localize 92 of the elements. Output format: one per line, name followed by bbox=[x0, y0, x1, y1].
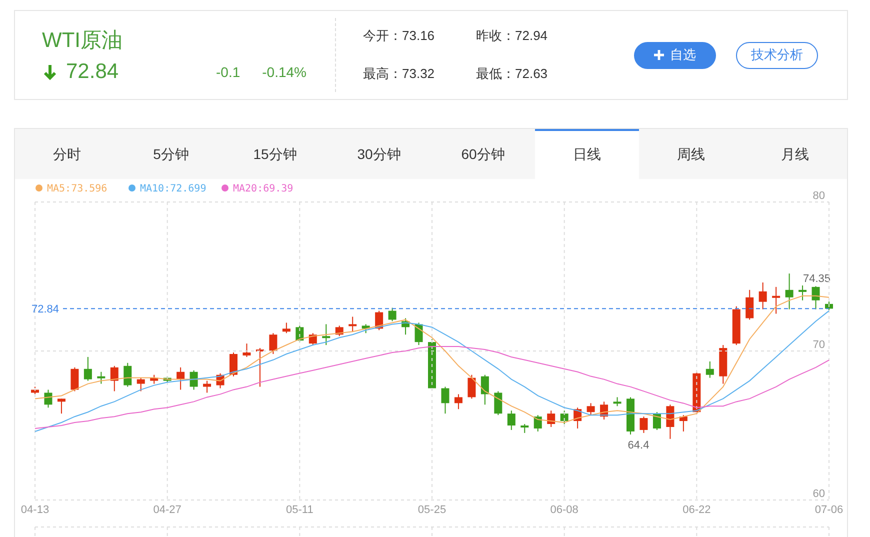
legend-label: MA5:73.596 bbox=[47, 184, 108, 194]
candlestick bbox=[163, 376, 172, 383]
candlestick bbox=[296, 325, 304, 343]
candlestick bbox=[388, 307, 396, 322]
candlestick bbox=[70, 366, 79, 392]
candlestick bbox=[414, 322, 423, 346]
candlestick bbox=[825, 301, 833, 312]
candlestick bbox=[798, 284, 807, 301]
last-price: 72.84 bbox=[66, 60, 120, 84]
candlestick bbox=[97, 371, 106, 384]
quote-stat: 今开：73.16 bbox=[363, 27, 436, 45]
legend-label: MA10:72.699 bbox=[140, 184, 206, 194]
price-line-label: 72.84 bbox=[31, 304, 59, 316]
period-tab[interactable]: 60分钟 bbox=[431, 129, 535, 179]
candlestick bbox=[203, 380, 212, 394]
candlestick bbox=[44, 389, 52, 408]
x-axis-label: 05-11 bbox=[286, 504, 314, 516]
instrument-name: WTI原油 bbox=[42, 28, 122, 54]
candlestick bbox=[719, 344, 728, 384]
candlestick bbox=[758, 282, 767, 310]
candlestick bbox=[84, 356, 92, 382]
period-tab[interactable]: 分时 bbox=[15, 129, 119, 179]
analysis-button[interactable]: 技术分析 bbox=[736, 42, 818, 68]
candlestick bbox=[124, 362, 132, 388]
period-tab[interactable]: 日线 bbox=[535, 129, 639, 179]
candlestick bbox=[362, 324, 370, 334]
plus-icon bbox=[654, 50, 664, 60]
candlestick bbox=[574, 407, 582, 429]
x-axis-label: 04-13 bbox=[20, 504, 50, 516]
y-axis-label: 70 bbox=[812, 339, 825, 351]
candlestick bbox=[468, 374, 476, 400]
candlestick bbox=[190, 370, 198, 390]
candlestick bbox=[454, 394, 462, 410]
candlestick bbox=[560, 410, 568, 424]
candlestick bbox=[57, 398, 66, 414]
candlestick bbox=[308, 332, 317, 346]
period-tab[interactable]: 周线 bbox=[639, 129, 743, 179]
candlestick bbox=[335, 325, 344, 337]
candlestick bbox=[441, 386, 450, 414]
legend-label: MA20:69.39 bbox=[233, 184, 294, 194]
candlestick bbox=[772, 286, 780, 314]
period-tab[interactable]: 15分钟 bbox=[223, 129, 327, 179]
candlestick bbox=[150, 374, 158, 384]
y-axis-label: 60 bbox=[812, 488, 825, 500]
candlestick bbox=[640, 416, 648, 434]
candlestick bbox=[256, 348, 264, 388]
candlestick bbox=[176, 366, 185, 390]
candlestick bbox=[547, 410, 556, 428]
period-tab[interactable]: 30分钟 bbox=[327, 129, 431, 179]
candlestick bbox=[613, 396, 622, 407]
period-tab[interactable]: 5分钟 bbox=[119, 129, 223, 179]
candlestick bbox=[322, 324, 330, 346]
add-watchlist-button[interactable]: 自选 bbox=[634, 42, 716, 68]
candlestick bbox=[480, 374, 489, 406]
candlestick bbox=[520, 424, 529, 434]
quote-stat: 最高：73.32 bbox=[363, 65, 436, 83]
candlestick bbox=[626, 396, 634, 435]
candlestick bbox=[586, 402, 595, 416]
candlestick bbox=[746, 289, 754, 320]
candlestick bbox=[110, 365, 118, 392]
candlestick bbox=[706, 360, 714, 378]
candlestick bbox=[534, 414, 542, 432]
extreme-price-label: 64.4 bbox=[628, 439, 650, 452]
x-axis-label: 06-08 bbox=[550, 504, 578, 516]
x-axis-label: 07-06 bbox=[814, 504, 844, 516]
candlestick bbox=[269, 332, 278, 354]
y-axis-label: 80 bbox=[812, 190, 825, 202]
candlestick bbox=[507, 410, 516, 430]
x-axis-label: 05-25 bbox=[418, 504, 446, 516]
candlestick bbox=[136, 377, 145, 392]
candlestick bbox=[348, 316, 357, 332]
x-axis-label: 06-22 bbox=[682, 504, 711, 516]
candlestick bbox=[732, 306, 740, 346]
extreme-price-label: 74.35 bbox=[803, 273, 831, 286]
candlestick bbox=[31, 386, 39, 396]
candlestick bbox=[785, 273, 794, 310]
candlestick bbox=[402, 318, 410, 336]
candlestick bbox=[230, 352, 238, 377]
candlestick bbox=[679, 414, 688, 432]
quote-stat: 最低：72.63 bbox=[476, 65, 549, 83]
candlestick bbox=[494, 390, 502, 416]
candlestick bbox=[812, 286, 820, 310]
candlestick bbox=[282, 322, 290, 334]
period-tab[interactable]: 月线 bbox=[743, 129, 847, 179]
quote-stat: 昨收：72.94 bbox=[476, 27, 549, 45]
candlestick bbox=[666, 404, 674, 440]
x-axis-label: 04-27 bbox=[153, 504, 182, 516]
candlestick bbox=[242, 343, 251, 358]
candlestick bbox=[600, 401, 608, 420]
candlestick bbox=[216, 372, 224, 389]
percent-change: -0.14% bbox=[262, 64, 306, 80]
price-change: -0.1 bbox=[216, 64, 240, 80]
